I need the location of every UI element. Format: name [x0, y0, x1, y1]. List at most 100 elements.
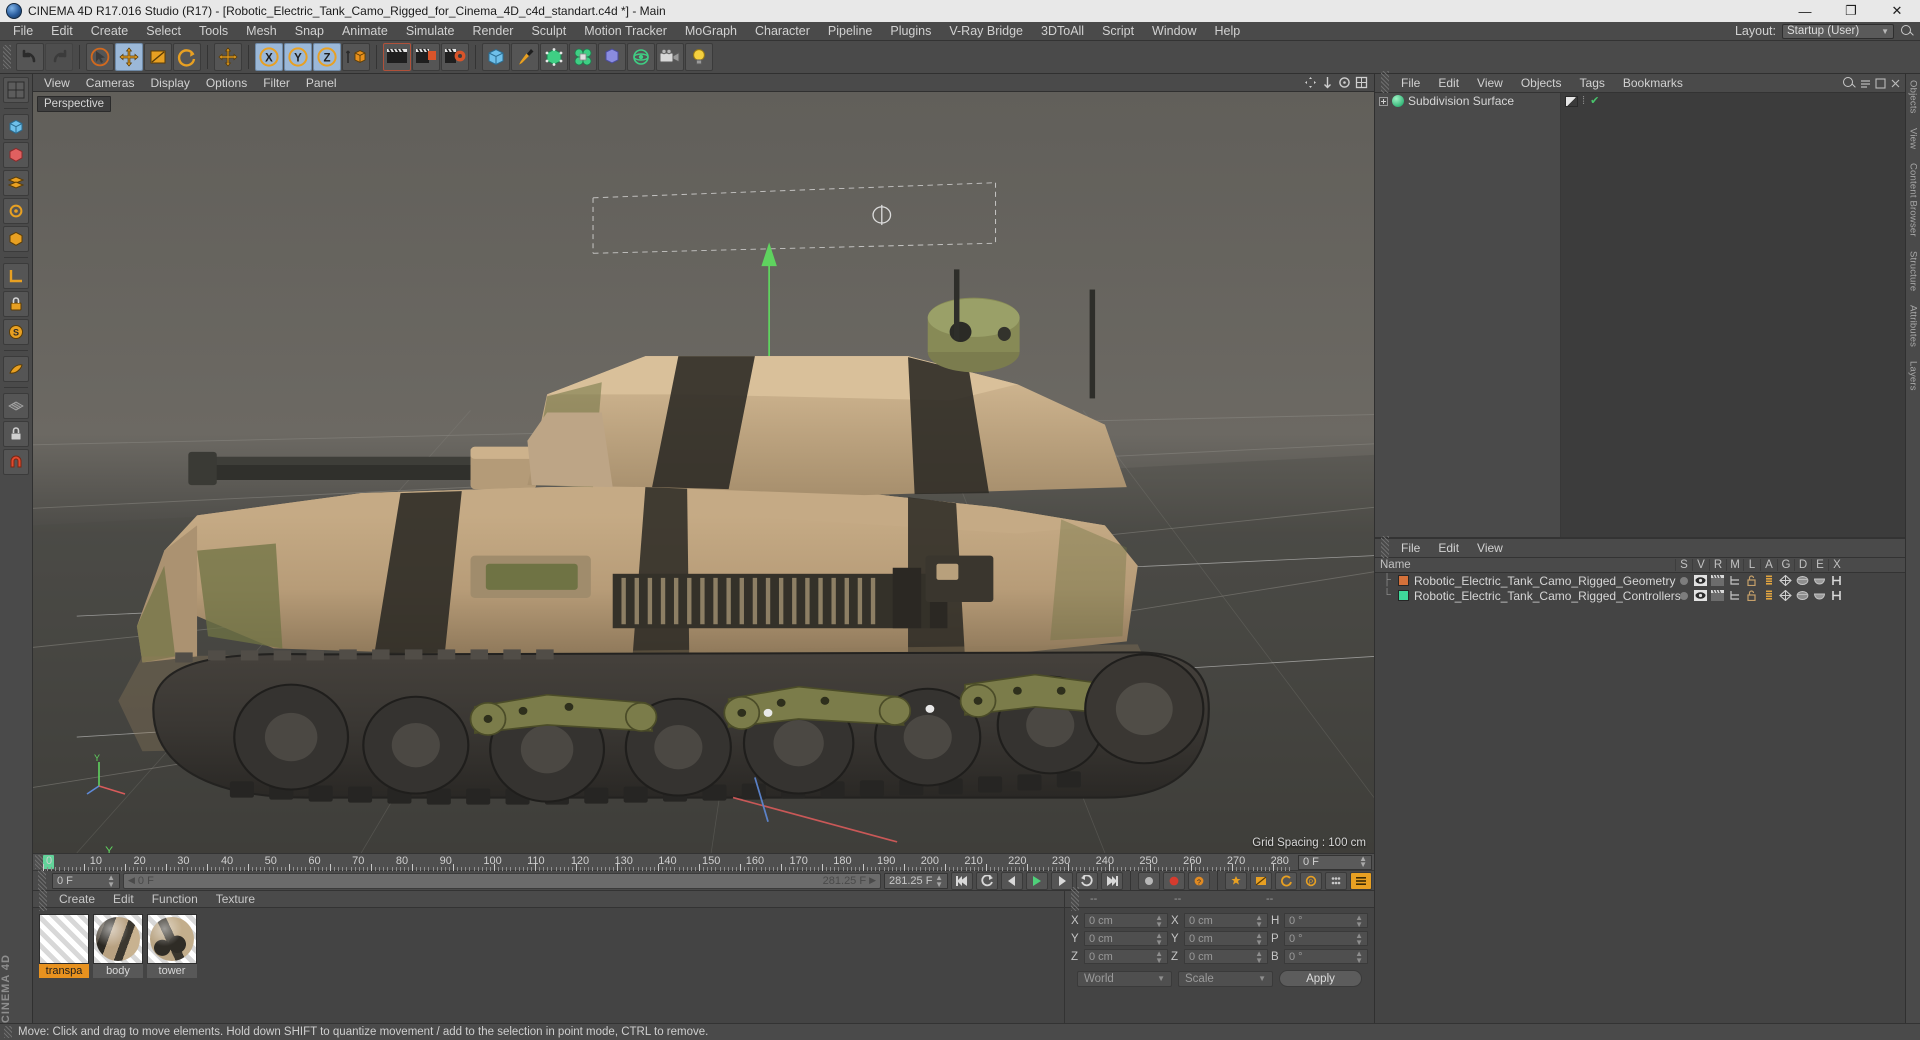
- coordinate-mode-dropdown[interactable]: Scale ▼: [1178, 970, 1273, 987]
- coord-input-size-y[interactable]: 0 cm ▲ ▼: [1184, 931, 1268, 946]
- collapse-icon[interactable]: [1860, 78, 1871, 89]
- object-menu-objects[interactable]: Objects: [1512, 74, 1571, 93]
- pen-spline-button[interactable]: [511, 43, 539, 71]
- lock-workplane-button[interactable]: [3, 291, 29, 317]
- menu-window[interactable]: Window: [1143, 22, 1205, 41]
- cell-a[interactable]: [1760, 590, 1777, 601]
- render-settings-button[interactable]: [441, 43, 469, 71]
- max-frames-input[interactable]: 281.25 F ▲ ▼: [884, 872, 948, 889]
- material-menu-texture[interactable]: Texture: [207, 891, 264, 908]
- expand-plus-icon[interactable]: [1379, 96, 1388, 106]
- coord-input-size-z[interactable]: 0 cm ▲ ▼: [1184, 949, 1268, 964]
- expand-icon[interactable]: [1875, 77, 1886, 89]
- object-list-menu-view[interactable]: View: [1468, 539, 1512, 558]
- rotate-view-icon[interactable]: [1338, 76, 1351, 89]
- menu-edit[interactable]: Edit: [42, 22, 82, 41]
- render-view-button[interactable]: [383, 43, 411, 71]
- eye-icon[interactable]: [1694, 590, 1707, 601]
- point-level-animation-button[interactable]: [1325, 871, 1347, 890]
- menu-file[interactable]: File: [4, 22, 42, 41]
- axis-modify-button[interactable]: [3, 263, 29, 289]
- play-backwards-button[interactable]: [976, 871, 998, 890]
- cell-e[interactable]: [1811, 575, 1828, 586]
- world-object-coordinate-button[interactable]: [342, 43, 370, 71]
- column-a[interactable]: A: [1760, 559, 1777, 571]
- material-menu-function[interactable]: Function: [143, 891, 207, 908]
- step-back-button[interactable]: [1001, 871, 1023, 890]
- edge-tab-view[interactable]: View: [1908, 128, 1919, 149]
- close-button[interactable]: ✕: [1874, 0, 1920, 22]
- polygon-mode-button[interactable]: [3, 170, 29, 196]
- menu-vray-bridge[interactable]: V-Ray Bridge: [940, 22, 1032, 41]
- object-menu-edit[interactable]: Edit: [1429, 74, 1468, 93]
- menu-plugins[interactable]: Plugins: [881, 22, 940, 41]
- viewport-menu-panel[interactable]: Panel: [298, 74, 345, 92]
- menu-motion-tracker[interactable]: Motion Tracker: [575, 22, 676, 41]
- deform-icon[interactable]: [1779, 575, 1792, 586]
- object-list-menu-file[interactable]: File: [1392, 539, 1429, 558]
- table-row[interactable]: ├ Robotic_Electric_Tank_Camo_Rigged_Geom…: [1375, 573, 1905, 588]
- viewport-menu-cameras[interactable]: Cameras: [78, 74, 143, 92]
- menu-tools[interactable]: Tools: [190, 22, 237, 41]
- object-tree-row-subdivision-surface[interactable]: Subdivision Surface: [1375, 93, 1560, 109]
- object-menu-bookmarks[interactable]: Bookmarks: [1614, 74, 1692, 93]
- material-preview-swatch[interactable]: [39, 914, 89, 964]
- object-menu-file[interactable]: File: [1392, 74, 1429, 93]
- xpresso-icon[interactable]: [1830, 590, 1843, 601]
- object-menu-view[interactable]: View: [1468, 74, 1512, 93]
- cell-g[interactable]: [1777, 590, 1794, 601]
- column-d[interactable]: D: [1794, 559, 1811, 571]
- material-preview-swatch-body[interactable]: [93, 914, 143, 964]
- step-forward-button[interactable]: [1051, 871, 1073, 890]
- timeline-track[interactable]: 0 10 20 30 40 50 60 70 80 90 100 110 120 130 140 150 160…: [43, 854, 1296, 871]
- editor-views-button[interactable]: [3, 77, 29, 103]
- workplane-button[interactable]: [3, 393, 29, 419]
- cell-v[interactable]: [1692, 590, 1709, 601]
- x-axis-lock-button[interactable]: X: [255, 43, 283, 71]
- play-button[interactable]: [1026, 871, 1048, 890]
- maximize-viewport-icon[interactable]: [1355, 76, 1368, 89]
- edge-tab-attributes[interactable]: Attributes: [1908, 305, 1919, 347]
- coordinate-space-dropdown[interactable]: World ▼: [1077, 970, 1172, 987]
- cap-icon[interactable]: [1796, 575, 1809, 586]
- enable-dot-icon[interactable]: [1679, 576, 1688, 585]
- deformer-button[interactable]: [540, 43, 568, 71]
- cube-primitive-button[interactable]: [482, 43, 510, 71]
- object-manager-grip[interactable]: [1381, 71, 1389, 95]
- hierarchy-icon[interactable]: [1728, 575, 1741, 586]
- cell-d[interactable]: [1794, 575, 1811, 586]
- range-left-arrow-icon[interactable]: ◀: [128, 875, 135, 886]
- position-key-button[interactable]: [1225, 871, 1247, 890]
- check-icon[interactable]: ✔: [1590, 95, 1599, 107]
- stepper-icon[interactable]: ▲ ▼: [1255, 913, 1263, 928]
- menu-create[interactable]: Create: [82, 22, 138, 41]
- cell-l[interactable]: [1743, 575, 1760, 586]
- coord-input-rot-h[interactable]: 0 ° ▲ ▼: [1284, 913, 1368, 928]
- cap-icon[interactable]: [1796, 590, 1809, 601]
- render-clapper-icon[interactable]: [1711, 575, 1724, 586]
- coord-input-pos-z[interactable]: 0 cm ▲ ▼: [1084, 949, 1168, 964]
- object-list-menu-edit[interactable]: Edit: [1429, 539, 1468, 558]
- scale-tool-button[interactable]: [144, 43, 172, 71]
- redo-button[interactable]: [45, 43, 73, 71]
- parameter-key-button[interactable]: P: [1300, 871, 1322, 890]
- search-icon[interactable]: [1842, 76, 1856, 90]
- preview-range-slider[interactable]: ◀ 0 F 281.25 F ▶: [123, 872, 881, 889]
- column-e[interactable]: E: [1811, 559, 1828, 571]
- coord-input-rot-p[interactable]: 0 ° ▲ ▼: [1284, 931, 1368, 946]
- eye-icon[interactable]: [1694, 575, 1707, 586]
- stepper-icon[interactable]: ▲ ▼: [1255, 931, 1263, 946]
- minimize-button[interactable]: —: [1782, 0, 1828, 22]
- xpresso-icon[interactable]: [1830, 575, 1843, 586]
- column-l[interactable]: L: [1743, 559, 1760, 571]
- viewport-menu-filter[interactable]: Filter: [255, 74, 298, 92]
- cell-x[interactable]: [1828, 590, 1845, 601]
- stepper-icon[interactable]: ▲ ▼: [1155, 931, 1163, 946]
- menu-script[interactable]: Script: [1093, 22, 1143, 41]
- coord-input-rot-b[interactable]: 0 ° ▲ ▼: [1284, 949, 1368, 964]
- cell-d[interactable]: [1794, 590, 1811, 601]
- render-clapper-icon[interactable]: [1711, 590, 1724, 601]
- rotate-tool-button[interactable]: [173, 43, 201, 71]
- cell-r[interactable]: [1709, 590, 1726, 601]
- coord-input-pos-y[interactable]: 0 cm ▲ ▼: [1084, 931, 1168, 946]
